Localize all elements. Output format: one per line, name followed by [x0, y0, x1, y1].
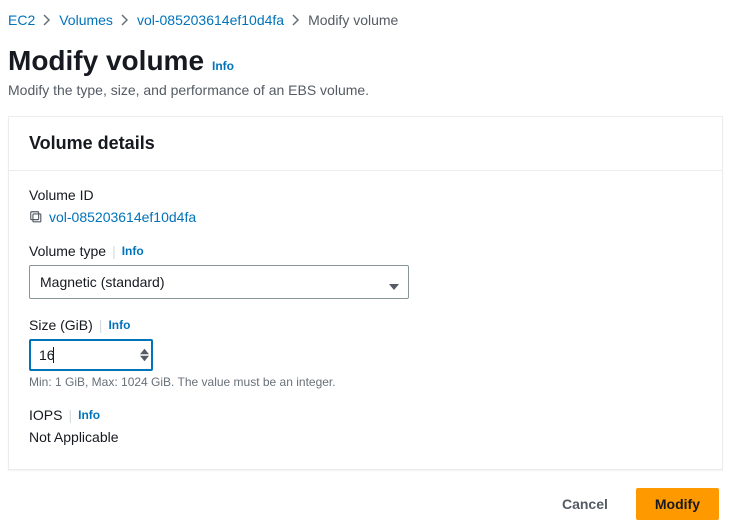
field-volume-type: Volume type | Info Magnetic (standard) [29, 243, 702, 299]
label-divider: | [112, 243, 116, 259]
step-up-icon[interactable] [140, 348, 149, 354]
breadcrumb-volume-id[interactable]: vol-085203614ef10d4fa [137, 12, 284, 28]
cancel-button[interactable]: Cancel [544, 488, 626, 520]
step-down-icon[interactable] [140, 355, 149, 361]
page-title: Modify volume [8, 44, 204, 78]
modify-button[interactable]: Modify [636, 488, 719, 520]
chevron-right-icon [121, 14, 129, 26]
iops-info[interactable]: Info [78, 408, 100, 422]
page-subtitle: Modify the type, size, and performance o… [8, 82, 723, 98]
breadcrumb-volumes[interactable]: Volumes [59, 12, 113, 28]
size-input[interactable] [29, 339, 153, 371]
volume-type-select[interactable]: Magnetic (standard) [29, 265, 409, 299]
size-info[interactable]: Info [108, 318, 130, 332]
volume-id-label: Volume ID [29, 187, 94, 203]
iops-label: IOPS [29, 407, 62, 423]
field-iops: IOPS | Info Not Applicable [29, 407, 702, 445]
text-cursor [53, 347, 54, 363]
page-info-link[interactable]: Info [212, 59, 234, 73]
number-stepper[interactable] [140, 348, 149, 361]
page-header: Modify volume Info Modify the type, size… [8, 40, 723, 116]
chevron-right-icon [292, 14, 300, 26]
volume-type-info[interactable]: Info [122, 244, 144, 258]
panel-title: Volume details [9, 117, 722, 171]
chevron-right-icon [43, 14, 51, 26]
size-label: Size (GiB) [29, 317, 93, 333]
copy-icon[interactable] [29, 210, 43, 224]
field-volume-id: Volume ID vol-085203614ef10d4fa [29, 187, 702, 225]
breadcrumb-ec2[interactable]: EC2 [8, 12, 35, 28]
label-divider: | [68, 407, 72, 423]
field-size: Size (GiB) | Info Min: 1 GiB, Max: 1024 … [29, 317, 702, 389]
label-divider: | [99, 317, 103, 333]
volume-details-panel: Volume details Volume ID vol-085203614ef… [8, 116, 723, 470]
size-hint: Min: 1 GiB, Max: 1024 GiB. The value mus… [29, 375, 702, 389]
breadcrumb-current: Modify volume [308, 12, 398, 28]
footer-actions: Cancel Modify [8, 470, 723, 524]
volume-id-value[interactable]: vol-085203614ef10d4fa [49, 209, 196, 225]
volume-type-label: Volume type [29, 243, 106, 259]
breadcrumb: EC2 Volumes vol-085203614ef10d4fa Modify… [8, 8, 723, 40]
iops-value: Not Applicable [29, 429, 702, 445]
